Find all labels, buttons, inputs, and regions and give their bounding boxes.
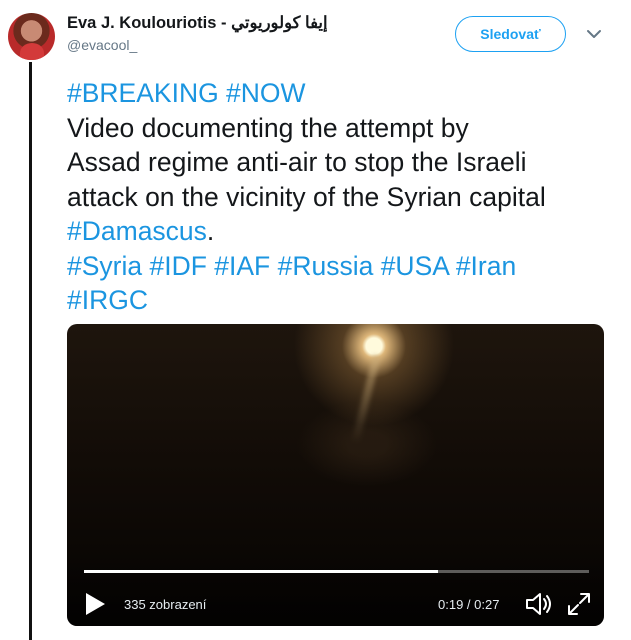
tweet-text: #BREAKING #NOW Video documenting the atte… [67,76,622,318]
author-name[interactable]: Eva J. Koulouriotis - إيفا كولوريوتي [67,13,328,33]
hashtag-link[interactable]: #IRGC [67,285,148,315]
hashtag-link[interactable]: #Damascus [67,216,207,246]
author-handle[interactable]: @evacool_ [67,37,137,53]
tweet-line: Video documenting the attempt by [67,111,622,146]
tweet-line: #IRGC [67,283,622,318]
thread-line [29,62,32,640]
hashtag-link[interactable]: #Syria #IDF #IAF #Russia #USA #Iran [67,251,516,281]
tweet-line: #Damascus. [67,214,622,249]
video-time: 0:19 / 0:27 [438,597,500,612]
follow-button[interactable]: Sledovať [455,16,566,52]
tweet-line: #BREAKING #NOW [67,76,622,111]
caret-down-icon[interactable] [584,24,604,44]
tweet-line: Assad regime anti-air to stop the Israel… [67,145,622,180]
tweet-text-segment: attack on the vicinity of the Syrian cap… [67,181,546,212]
video-progress-fill [84,570,438,573]
tweet-line: attack on the vicinity of the Syrian cap… [67,180,622,215]
video-light-streak [351,354,381,444]
avatar[interactable] [8,13,55,60]
tweet-text-segment: Video documenting the attempt by [67,112,469,143]
tweet-text-segment: . [206,216,215,246]
tweet-text-segment: Assad regime anti-air to stop the Israel… [67,147,527,177]
hashtag-link[interactable]: #BREAKING #NOW [67,78,306,108]
tweet-line: #Syria #IDF #IAF #Russia #USA #Iran [67,249,622,284]
view-count: 335 zobrazení [124,597,207,612]
fullscreen-icon[interactable] [566,591,592,617]
volume-icon[interactable] [524,591,554,617]
video-player[interactable]: 335 zobrazení 0:19 / 0:27 [67,324,604,626]
play-icon[interactable] [84,592,106,616]
video-progress-bar[interactable] [84,570,589,573]
